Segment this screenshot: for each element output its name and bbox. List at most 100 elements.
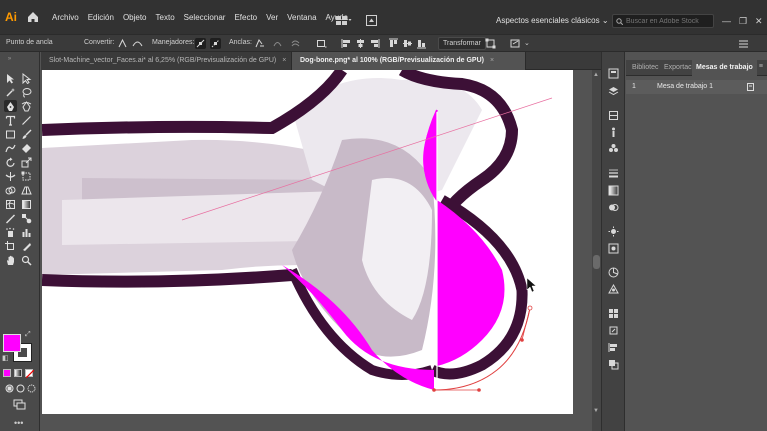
menu-objeto[interactable]: Objeto xyxy=(123,13,147,22)
color-guide-icon[interactable] xyxy=(608,267,619,278)
canvas[interactable] xyxy=(41,70,592,431)
pathfinder-icon[interactable] xyxy=(608,359,619,370)
show-handles-icon[interactable] xyxy=(195,38,206,49)
anchor-point[interactable] xyxy=(527,305,533,311)
column-graph-icon[interactable] xyxy=(20,226,33,238)
selection-icon[interactable] xyxy=(4,72,17,84)
gradient-icon[interactable] xyxy=(20,198,33,210)
anchor-point[interactable] xyxy=(520,338,524,342)
connect-anchors-icon[interactable] xyxy=(272,38,283,49)
edit-toolbar-icon[interactable]: ••• xyxy=(14,418,23,428)
shape-builder-icon[interactable] xyxy=(4,184,17,196)
panel-options-icon[interactable] xyxy=(738,38,749,49)
scroll-down-icon[interactable]: ▼ xyxy=(593,408,599,414)
magic-wand-icon[interactable] xyxy=(4,86,17,98)
artboard-list-row[interactable]: 1 Mesa de trabajo 1 xyxy=(626,80,767,94)
scroll-thumb[interactable] xyxy=(593,255,600,269)
close-tab-icon[interactable]: × xyxy=(490,57,494,64)
anchor-point[interactable] xyxy=(432,388,436,392)
chevron-down-icon[interactable]: ⌄ xyxy=(524,39,530,47)
workspace-switcher[interactable]: Aspectos esenciales clásicos ⌄ xyxy=(496,16,609,25)
cut-path-icon[interactable] xyxy=(290,38,301,49)
hand-icon[interactable] xyxy=(4,254,17,266)
panel-menu-icon[interactable]: ≡ xyxy=(759,63,763,70)
brushes-icon[interactable] xyxy=(608,325,619,336)
symbol-sprayer-icon[interactable] xyxy=(4,226,17,238)
transform-bounds-icon[interactable] xyxy=(485,38,496,49)
color-mode-icon[interactable] xyxy=(3,369,11,377)
type-icon[interactable] xyxy=(4,114,17,126)
zoom-icon[interactable] xyxy=(20,254,33,266)
slice-icon[interactable] xyxy=(20,240,33,252)
menu-ver[interactable]: Ver xyxy=(266,13,278,22)
lasso-icon[interactable] xyxy=(20,86,33,98)
arrange-documents-icon[interactable] xyxy=(336,16,352,25)
align-panel-icon[interactable] xyxy=(608,342,619,353)
gradient-mode-icon[interactable] xyxy=(14,369,22,377)
puppet-icon[interactable] xyxy=(608,127,619,138)
stock-search[interactable] xyxy=(612,14,714,28)
tab-artboards[interactable]: Mesas de trabajo xyxy=(692,60,757,76)
scroll-up-icon[interactable]: ▲ xyxy=(593,72,599,78)
align-bottom-icon[interactable] xyxy=(416,38,427,49)
rectangle-icon[interactable] xyxy=(4,128,17,140)
swatches-icon[interactable] xyxy=(608,308,619,319)
artboard-icon[interactable] xyxy=(4,240,17,252)
anchor-point[interactable] xyxy=(477,388,481,392)
screen-mode-icon[interactable] xyxy=(12,398,27,410)
properties-icon[interactable] xyxy=(608,68,619,79)
close-icon[interactable]: ✕ xyxy=(755,16,763,27)
swap-colors-icon[interactable]: ⤢ xyxy=(25,331,31,339)
search-input[interactable] xyxy=(626,17,712,25)
menu-ventana[interactable]: Ventana xyxy=(287,13,316,22)
width-icon[interactable] xyxy=(4,170,17,182)
menu-efecto[interactable]: Efecto xyxy=(234,13,257,22)
color-panel-icon[interactable] xyxy=(608,283,619,295)
transform-button[interactable]: Transformar xyxy=(438,37,486,50)
pen-icon[interactable] xyxy=(4,100,17,112)
tab-slot-machine[interactable]: Slot-Machine_vector_Faces.ai* al 6,25% (… xyxy=(41,52,292,70)
puppet-warp-icon[interactable] xyxy=(510,38,521,49)
align-top-icon[interactable] xyxy=(388,38,399,49)
fill-swatch[interactable] xyxy=(3,334,21,352)
eyedropper-icon[interactable] xyxy=(4,212,17,224)
default-colors-icon[interactable]: ◧ xyxy=(2,354,9,362)
mesh-icon[interactable] xyxy=(4,198,17,210)
libraries-icon[interactable] xyxy=(608,110,619,121)
perspective-icon[interactable] xyxy=(20,184,33,196)
align-center-h-icon[interactable] xyxy=(355,38,366,49)
minimize-icon[interactable]: — xyxy=(722,16,731,26)
gradient-panel-icon[interactable] xyxy=(608,185,619,196)
convert-smooth-icon[interactable] xyxy=(132,38,143,49)
vertical-scrollbar[interactable]: ▲ ▼ xyxy=(592,70,601,431)
align-middle-v-icon[interactable] xyxy=(402,38,413,49)
artwork[interactable] xyxy=(42,70,573,414)
close-tab-icon[interactable]: × xyxy=(282,57,286,64)
remove-anchor-icon[interactable] xyxy=(254,38,265,49)
collapse-toolbar-icon[interactable]: » xyxy=(3,56,16,62)
artboard-options-icon[interactable] xyxy=(747,83,755,91)
stock-images-icon[interactable] xyxy=(366,15,377,26)
scale-icon[interactable] xyxy=(20,156,33,168)
artboard[interactable] xyxy=(42,70,573,414)
shaper-icon[interactable] xyxy=(4,142,17,154)
tab-export[interactable]: Exportac xyxy=(660,60,696,76)
menu-archivo[interactable]: Archivo xyxy=(52,13,79,22)
curvature-icon[interactable] xyxy=(20,100,33,112)
direct-selection-icon[interactable] xyxy=(20,72,33,84)
blend-icon[interactable] xyxy=(20,212,33,224)
home-icon[interactable] xyxy=(26,10,40,24)
draw-inside-icon[interactable] xyxy=(25,382,38,394)
rotate-icon[interactable] xyxy=(4,156,17,168)
menu-texto[interactable]: Texto xyxy=(156,13,175,22)
menu-seleccionar[interactable]: Seleccionar xyxy=(184,13,226,22)
stroke-panel-icon[interactable] xyxy=(608,168,619,179)
align-right-icon[interactable] xyxy=(369,38,380,49)
convert-corner-icon[interactable] xyxy=(117,38,128,49)
tab-dog-bone[interactable]: Dog-bone.png* al 100% (RGB/Previsualizac… xyxy=(292,52,526,70)
isolate-object-icon[interactable] xyxy=(316,38,327,49)
paintbrush-icon[interactable] xyxy=(20,128,33,140)
artboard-name[interactable]: Mesa de trabajo 1 xyxy=(657,80,713,94)
eraser-icon[interactable] xyxy=(20,142,33,154)
align-left-icon[interactable] xyxy=(341,38,352,49)
